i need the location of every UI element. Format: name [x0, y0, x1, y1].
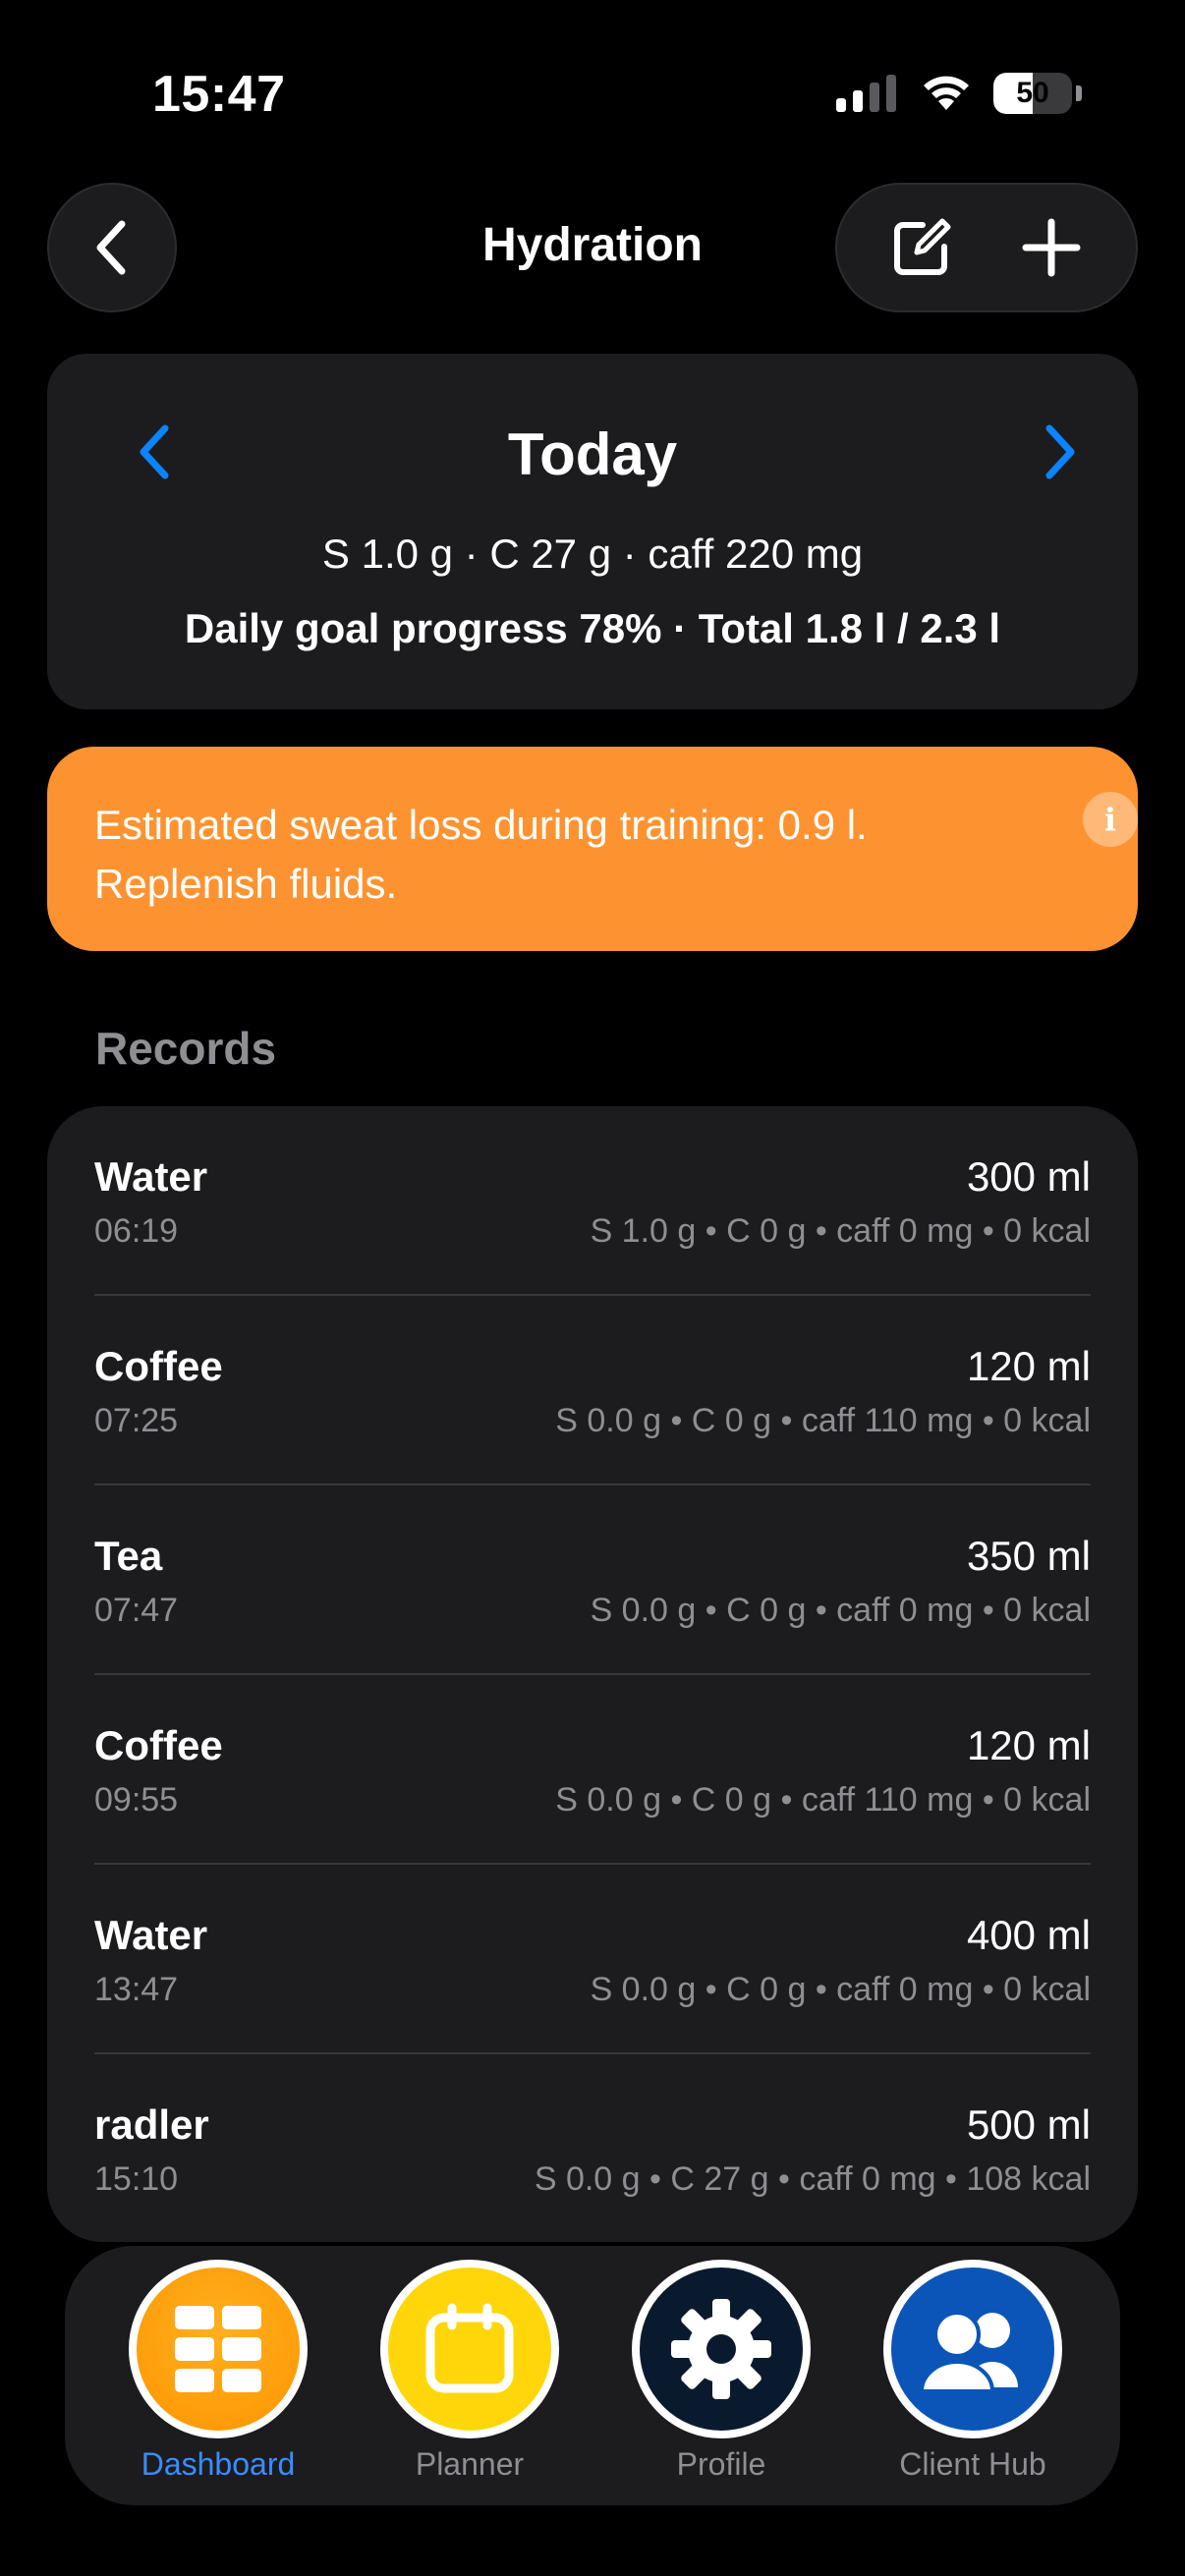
wifi-icon [924, 76, 969, 110]
hydration-screen: 15:47 50 Hydration Today S 1.0 g · C 27 … [0, 0, 1185, 2576]
compose-icon [894, 218, 951, 275]
record-time: 06:19 [94, 1212, 179, 1250]
record-time: 15:10 [94, 2160, 179, 2198]
record-name: Water [94, 1912, 208, 1958]
record-time: 07:47 [94, 1592, 179, 1629]
record-detail: S 0.0 g • C 0 g • caff 110 mg • 0 kcal [555, 1402, 1091, 1439]
client-hub-tab-button[interactable] [883, 2260, 1062, 2438]
record-detail: S 0.0 g • C 0 g • caff 0 mg • 0 kcal [590, 1971, 1091, 2008]
record-name: Coffee [94, 1722, 223, 1768]
day-title: Today [507, 421, 678, 487]
record-row[interactable]: Coffee 09:55 120 ml S 0.0 g • C 0 g • ca… [94, 1675, 1091, 1865]
tab-planner[interactable]: Planner [362, 2260, 578, 2483]
nav-actions [835, 183, 1138, 312]
record-name: Coffee [94, 1343, 223, 1389]
tab-label: Dashboard [141, 2446, 296, 2482]
record-amount: 120 ml [966, 1343, 1091, 1389]
record-amount: 120 ml [966, 1722, 1091, 1768]
edit-button[interactable] [877, 203, 966, 292]
record-row[interactable]: Coffee 07:25 120 ml S 0.0 g • C 0 g • ca… [94, 1296, 1091, 1485]
record-detail: S 0.0 g • C 0 g • caff 110 mg • 0 kcal [555, 1781, 1091, 1819]
grid-icon [175, 2306, 261, 2392]
planner-tab-button[interactable] [380, 2260, 559, 2438]
tab-dashboard[interactable]: Dashboard [110, 2260, 326, 2483]
calendar-icon [425, 2303, 514, 2393]
record-time: 13:47 [94, 1971, 179, 2008]
people-icon [919, 2311, 1018, 2393]
tab-label: Planner [415, 2446, 525, 2482]
record-amount: 500 ml [966, 2101, 1091, 2148]
status-time: 15:47 [152, 66, 286, 123]
tab-profile[interactable]: Profile [613, 2260, 829, 2483]
record-name: Water [94, 1153, 208, 1200]
gear-icon [671, 2299, 771, 2399]
info-icon[interactable]: i [1083, 792, 1138, 847]
record-detail: S 0.0 g • C 0 g • caff 0 mg • 0 kcal [590, 1592, 1091, 1629]
battery-icon: 50 [993, 73, 1072, 114]
record-name: radler [94, 2101, 209, 2148]
sweat-loss-alert: Estimated sweat loss during training: 0.… [47, 747, 1138, 951]
alert-text: Estimated sweat loss during training: 0.… [94, 802, 868, 907]
tab-label: Profile [676, 2446, 766, 2482]
record-row[interactable]: Tea 07:47 350 ml S 0.0 g • C 0 g • caff … [94, 1485, 1091, 1675]
battery-level: 50 [1016, 77, 1049, 109]
record-row[interactable]: radler 15:10 500 ml S 0.0 g • C 27 g • c… [94, 2054, 1091, 2242]
chevron-right-icon [1045, 424, 1075, 479]
record-detail: S 1.0 g • C 0 g • caff 0 mg • 0 kcal [590, 1212, 1091, 1250]
records-list: Water 06:19 300 ml S 1.0 g • C 0 g • caf… [47, 1106, 1138, 2242]
record-name: Tea [94, 1533, 163, 1579]
add-button[interactable] [1007, 203, 1096, 292]
tab-bar: Dashboard Planner Profile Client Hub [65, 2246, 1120, 2505]
daily-goal-progress: Daily goal progress 78% · Total 1.8 l / … [184, 605, 1001, 651]
record-amount: 300 ml [966, 1153, 1091, 1200]
records-section-title: Records [95, 1023, 277, 1074]
battery-cap [1076, 85, 1082, 101]
day-nutrient-summary: S 1.0 g · C 27 g · caff 220 mg [321, 531, 864, 577]
status-icons: 50 [836, 73, 1082, 114]
record-detail: S 0.0 g • C 27 g • caff 0 mg • 108 kcal [534, 2160, 1091, 2198]
record-time: 07:25 [94, 1402, 179, 1439]
plus-icon [1022, 218, 1081, 277]
record-row[interactable]: Water 13:47 400 ml S 0.0 g • C 0 g • caf… [94, 1865, 1091, 2054]
record-amount: 350 ml [966, 1533, 1091, 1579]
tab-label: Client Hub [899, 2446, 1046, 2482]
profile-tab-button[interactable] [632, 2260, 811, 2438]
cellular-signal-icon [836, 75, 896, 112]
record-time: 09:55 [94, 1781, 179, 1819]
day-summary-card: Today S 1.0 g · C 27 g · caff 220 mg Dai… [47, 354, 1138, 709]
next-day-button[interactable] [1040, 422, 1079, 486]
record-row[interactable]: Water 06:19 300 ml S 1.0 g • C 0 g • caf… [94, 1106, 1091, 1296]
dashboard-tab-button[interactable] [129, 2260, 308, 2438]
tab-client-hub[interactable]: Client Hub [865, 2260, 1081, 2483]
record-amount: 400 ml [966, 1912, 1091, 1958]
